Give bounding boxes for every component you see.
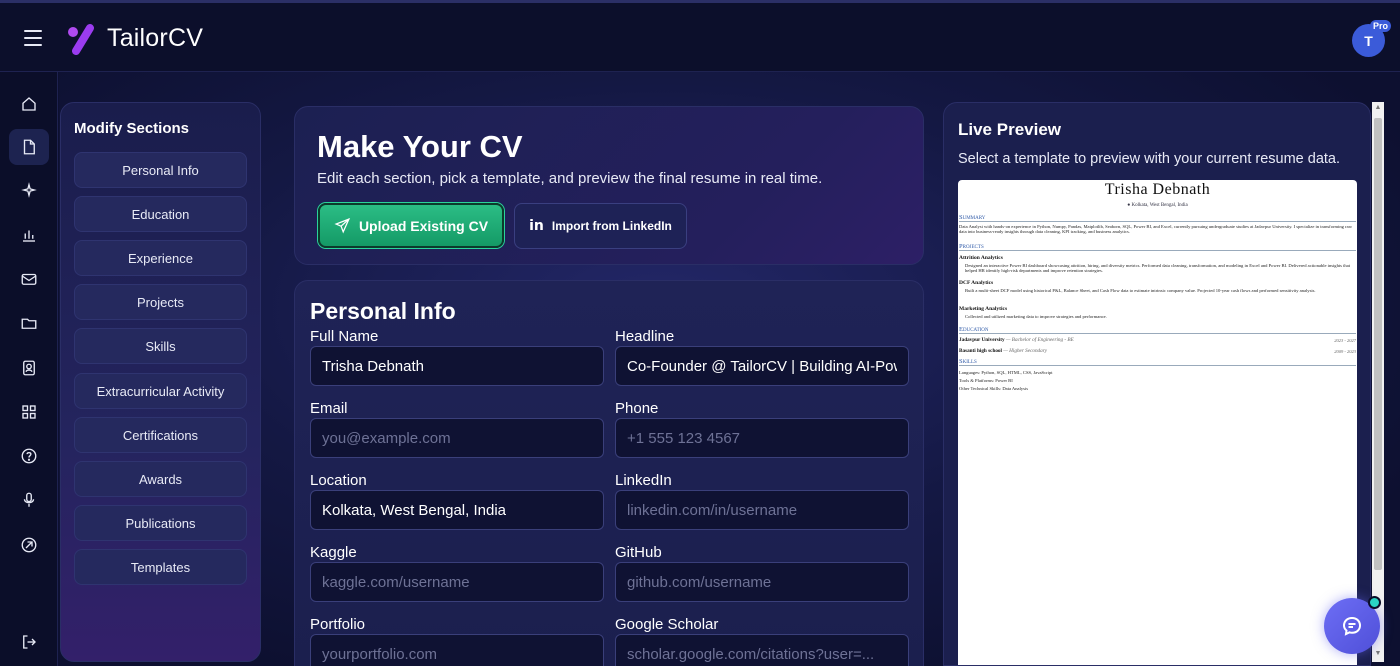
personal-info-form: Personal Info Full Name Headline Email P… [294,280,924,666]
live-preview-subtitle: Select a template to preview with your c… [958,151,1341,167]
linkedin-icon: in [529,218,544,234]
menu-icon[interactable] [24,30,42,46]
linkedin-label: LinkedIn [615,472,672,489]
github-label: GitHub [615,544,662,561]
linkedin-field[interactable] [615,490,909,530]
portfolio-label: Portfolio [310,616,366,633]
email-field[interactable] [310,418,604,458]
section-personal-info[interactable]: Personal Info [74,152,247,188]
section-templates[interactable]: Templates [74,549,247,585]
scroll-down-arrow-icon[interactable]: ▼ [1374,650,1382,658]
folder-icon[interactable] [9,305,49,341]
resume-project-title: Marketing Analytics [959,306,1008,312]
left-rail [0,72,58,666]
page-subtitle: Edit each section, pick a template, and … [317,170,823,187]
resume-project-desc: Collected and utilized marketing data to… [965,314,1107,319]
email-label: Email [310,400,348,417]
chart-icon[interactable] [9,217,49,253]
upload-cv-button[interactable]: Upload Existing CV [318,203,504,248]
resume-location: ● Kolkata, West Bengal, India [1127,203,1188,208]
page-title: Make Your CV [317,129,523,164]
kaggle-label: Kaggle [310,544,357,561]
upload-cv-label: Upload Existing CV [358,217,489,234]
grid-icon[interactable] [9,394,49,430]
chat-icon [1342,616,1362,636]
form-title: Personal Info [310,298,456,324]
logo-icon [68,24,94,55]
logout-icon[interactable] [9,624,49,660]
resume-project-desc: Built a multi-sheet DCF model using hist… [965,288,1316,293]
github-field[interactable] [615,562,909,602]
scroll-up-arrow-icon[interactable]: ▲ [1374,104,1382,112]
import-linkedin-label: Import from LinkedIn [551,219,672,233]
google-scholar-field[interactable] [615,634,909,666]
full-name-label: Full Name [310,328,379,345]
make-cv-card: Make Your CV Edit each section, pick a t… [294,106,924,265]
section-extracurricular[interactable]: Extracurricular Activity [74,373,247,409]
resume-project-desc: Designed an interactive Power BI dashboa… [965,263,1351,274]
status-dot [1368,596,1381,609]
modify-sections-title: Modify Sections [74,120,190,137]
modify-sections-panel: Modify Sections Personal Info Education … [60,102,261,662]
import-linkedin-button[interactable]: in Import from LinkedIn [514,203,687,249]
home-icon[interactable] [9,86,49,122]
pro-badge: Pro [1370,20,1392,32]
top-bar: TailorCV T Pro [0,0,1400,72]
google-scholar-label: Google Scholar [615,616,719,633]
section-experience[interactable]: Experience [74,240,247,276]
resume-preview[interactable]: Trisha Debnath ● Kolkata, West Bengal, I… [958,180,1357,665]
resume-edu-row: Jadavpur University — Bachelor of Engine… [959,337,1074,343]
contact-icon[interactable] [9,350,49,386]
resume-projects-heading: Projects [959,243,1356,251]
mail-icon[interactable] [9,261,49,297]
brand-name[interactable]: TailorCV [107,24,203,53]
resume-skills-heading: Skills [959,358,1356,366]
headline-field[interactable] [615,346,909,386]
kaggle-field[interactable] [310,562,604,602]
section-projects[interactable]: Projects [74,284,247,320]
full-name-field[interactable] [310,346,604,386]
headline-label: Headline [615,328,675,345]
resume-edu-school: Jadavpur University [959,337,1005,343]
resume-skills-tools: Tools & Platforms: Power BI [959,378,1013,383]
resume-skills-languages: Languages: Python, SQL, HTML, CSS, JavaS… [959,370,1053,375]
microphone-icon[interactable] [9,482,49,518]
section-education[interactable]: Education [74,196,247,232]
resume-edu-school: Basanti high school [959,348,1002,354]
scrollbar-thumb[interactable] [1374,118,1382,570]
section-publications[interactable]: Publications [74,505,247,541]
live-preview-panel: Live Preview Select a template to previe… [943,102,1371,666]
resume-edu-row: Basanti high school — Higher Secondary [959,348,1047,354]
target-icon[interactable] [9,527,49,563]
help-icon[interactable] [9,438,49,474]
resume-location-text: Kolkata, West Bengal, India [1131,203,1188,208]
resume-summary: Data Analyst with hands-on experience in… [959,224,1353,235]
document-icon[interactable] [9,129,49,165]
send-icon [334,217,351,234]
resume-education-heading: Education [959,326,1356,334]
resume-skills-other: Other Technical Skills: Data Analysis [959,386,1028,391]
resume-edu-degree: — Higher Secondary [1003,348,1048,354]
resume-name: Trisha Debnath [1104,181,1211,198]
portfolio-field[interactable] [310,634,604,666]
section-awards[interactable]: Awards [74,461,247,497]
location-field[interactable] [310,490,604,530]
phone-label: Phone [615,400,659,417]
resume-project-title: Attrition Analytics [959,255,1003,261]
location-label: Location [310,472,367,489]
sparkle-icon[interactable] [9,172,49,208]
section-skills[interactable]: Skills [74,328,247,364]
resume-summary-heading: Summary [959,214,1356,222]
resume-edu-degree: — Bachelor of Engineering - BE [1005,337,1074,343]
resume-edu-years: 2023 - 2027 [1334,338,1356,343]
resume-edu-years: 2009 - 2023 [1334,349,1356,354]
live-preview-title: Live Preview [958,120,1062,139]
phone-field[interactable] [615,418,909,458]
section-certifications[interactable]: Certifications [74,417,247,453]
resume-project-title: DCF Analytics [959,280,994,286]
